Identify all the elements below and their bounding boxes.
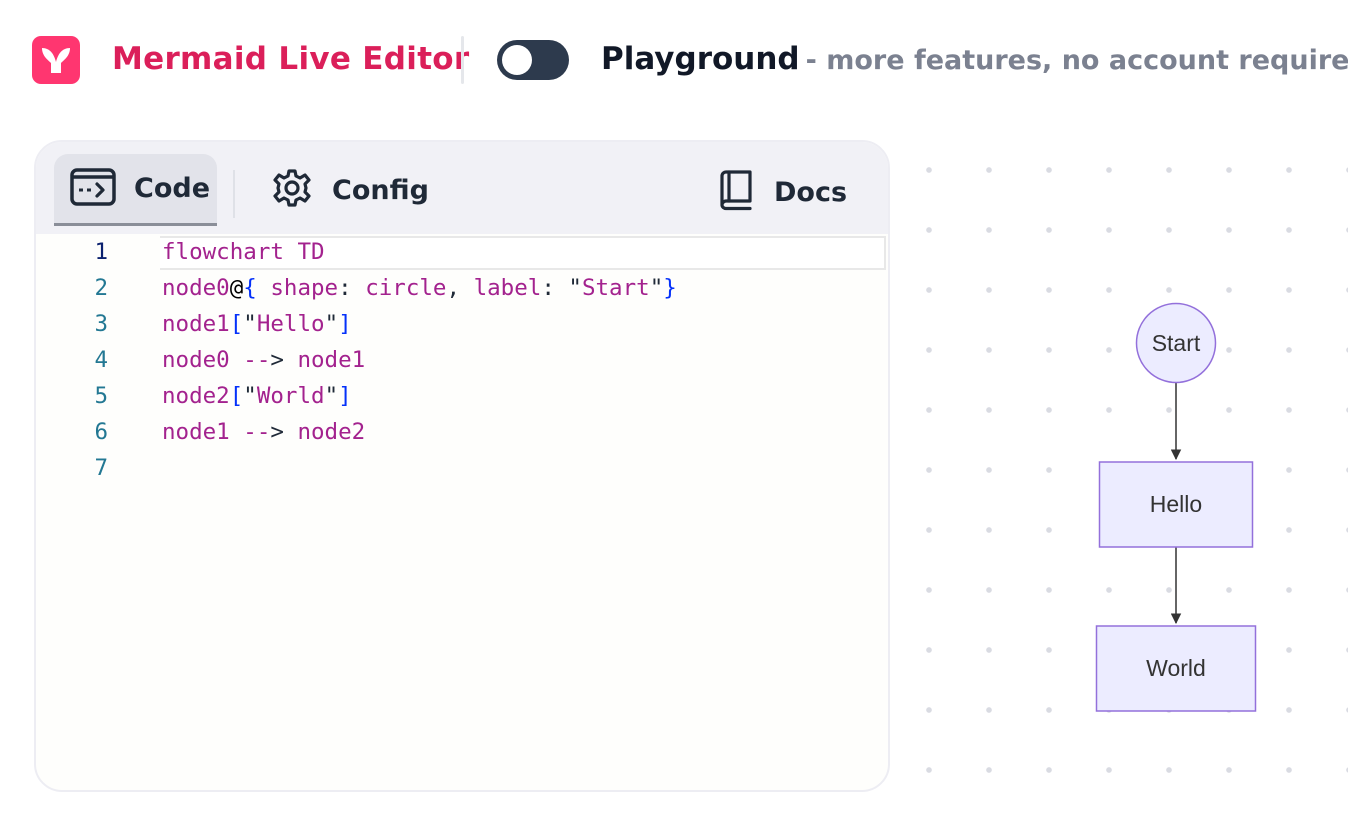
line-number: 7 xyxy=(94,455,108,481)
code-line-text[interactable]: node1 --> node2 xyxy=(162,419,365,445)
line-number: 5 xyxy=(94,383,108,409)
code-editor[interactable]: 1 flowchart TD 2 node0@{ shape: circle, … xyxy=(36,234,888,790)
app-header: Mermaid Live Editor Playground - more fea… xyxy=(0,0,1348,120)
app-title[interactable]: Mermaid Live Editor xyxy=(112,41,470,77)
code-line[interactable]: 7 xyxy=(36,450,888,486)
node-world[interactable]: World xyxy=(1095,625,1257,712)
code-line[interactable]: 3 node1["Hello"] xyxy=(36,306,888,342)
code-line-text[interactable]: node0@{ shape: circle, label: "Start"} xyxy=(162,275,677,301)
tab-separator xyxy=(233,170,235,218)
gear-icon xyxy=(272,168,312,212)
editor-panel: Code Config Docs 1 flowchart TD 2 node0@… xyxy=(34,140,890,792)
tab-docs[interactable]: Docs xyxy=(718,156,847,228)
tab-code[interactable]: Code xyxy=(54,154,217,226)
code-line[interactable]: 6 node1 --> node2 xyxy=(36,414,888,450)
code-arrow-icon xyxy=(70,167,116,210)
node-hello-label: Hello xyxy=(1150,491,1202,517)
code-line[interactable]: 2 node0@{ shape: circle, label: "Start"} xyxy=(36,270,888,306)
line-number: 2 xyxy=(94,275,108,301)
code-line-text[interactable]: node2["World"] xyxy=(162,383,352,409)
playground-toggle[interactable] xyxy=(497,40,569,80)
book-icon xyxy=(718,169,754,215)
line-number: 1 xyxy=(94,239,108,265)
playground-title: Playground xyxy=(601,41,800,77)
node-start-label: Start xyxy=(1152,330,1201,356)
code-line-text[interactable]: node0 --> node1 xyxy=(162,347,365,373)
playground-subtitle: - more features, no account required xyxy=(805,45,1348,76)
code-line[interactable]: 5 node2["World"] xyxy=(36,378,888,414)
flowchart-diagram: Start Hello World xyxy=(1095,302,1257,712)
tab-config-label: Config xyxy=(332,174,429,206)
code-line[interactable]: 1 flowchart TD xyxy=(36,234,888,270)
node-start[interactable]: Start xyxy=(1135,302,1217,384)
code-line-text[interactable]: node1["Hello"] xyxy=(162,311,352,337)
diagram-canvas[interactable]: Start Hello World xyxy=(906,140,1348,826)
line-number: 4 xyxy=(94,347,108,373)
line-number: 6 xyxy=(94,419,108,445)
code-line-text[interactable]: flowchart TD xyxy=(162,239,325,265)
code-line[interactable]: 4 node0 --> node1 xyxy=(36,342,888,378)
toggle-knob xyxy=(502,45,532,75)
tab-docs-label: Docs xyxy=(774,176,848,208)
node-world-label: World xyxy=(1146,655,1206,681)
mermaid-logo-icon[interactable] xyxy=(32,36,80,84)
tab-config[interactable]: Config xyxy=(272,154,429,226)
playground-label: Playground - more features, no account re… xyxy=(601,41,1348,77)
line-number: 3 xyxy=(94,311,108,337)
header-divider xyxy=(461,36,464,84)
editor-tabbar: Code Config Docs xyxy=(36,142,888,234)
node-hello[interactable]: Hello xyxy=(1098,461,1254,548)
tab-code-label: Code xyxy=(134,173,211,204)
